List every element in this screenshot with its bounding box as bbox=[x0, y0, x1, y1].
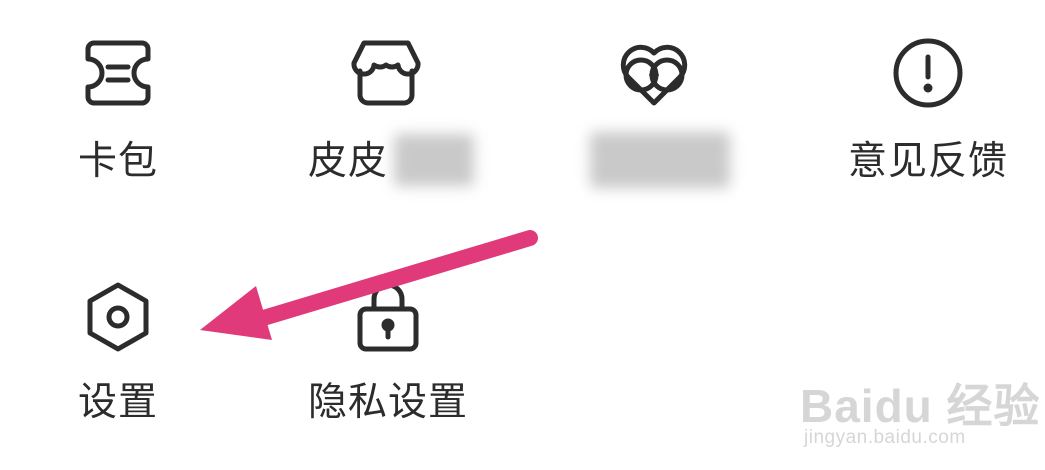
exclamation-circle-icon bbox=[890, 35, 966, 111]
heart-coin-icon bbox=[616, 35, 692, 111]
blur-mask bbox=[394, 134, 474, 186]
menu-item-label: 皮皮 bbox=[308, 139, 389, 184]
menu-item-label: 隐私设置 bbox=[308, 380, 469, 425]
menu-item-privacy-settings[interactable]: 隐私设置 bbox=[300, 265, 500, 455]
baidu-watermark: Baidu 经验 jingyan.baidu.com bbox=[800, 360, 1040, 460]
menu-item-shop[interactable]: 皮皮 bbox=[300, 20, 500, 210]
blur-mask bbox=[590, 132, 730, 188]
menu-item-feedback[interactable]: 意见反馈 bbox=[840, 20, 1020, 210]
menu-item-label: 设置 bbox=[78, 380, 159, 425]
menu-item-label: 意见反馈 bbox=[848, 139, 1009, 184]
watermark-url: jingyan.baidu.com bbox=[804, 427, 966, 448]
menu-item-settings[interactable]: 设置 bbox=[70, 265, 250, 455]
card-wallet-icon bbox=[80, 35, 156, 111]
lock-icon bbox=[350, 279, 426, 355]
menu-item-heart-coin[interactable] bbox=[580, 20, 760, 210]
settings-hexagon-icon bbox=[80, 279, 156, 355]
menu-grid-page: 卡包 皮皮 意见反馈 设置 隐私设置 Baidu 经验 jingyan.baid… bbox=[0, 0, 1045, 470]
menu-item-card-wallet[interactable]: 卡包 bbox=[70, 20, 250, 210]
shop-icon bbox=[348, 35, 424, 111]
menu-item-label: 卡包 bbox=[78, 139, 159, 184]
